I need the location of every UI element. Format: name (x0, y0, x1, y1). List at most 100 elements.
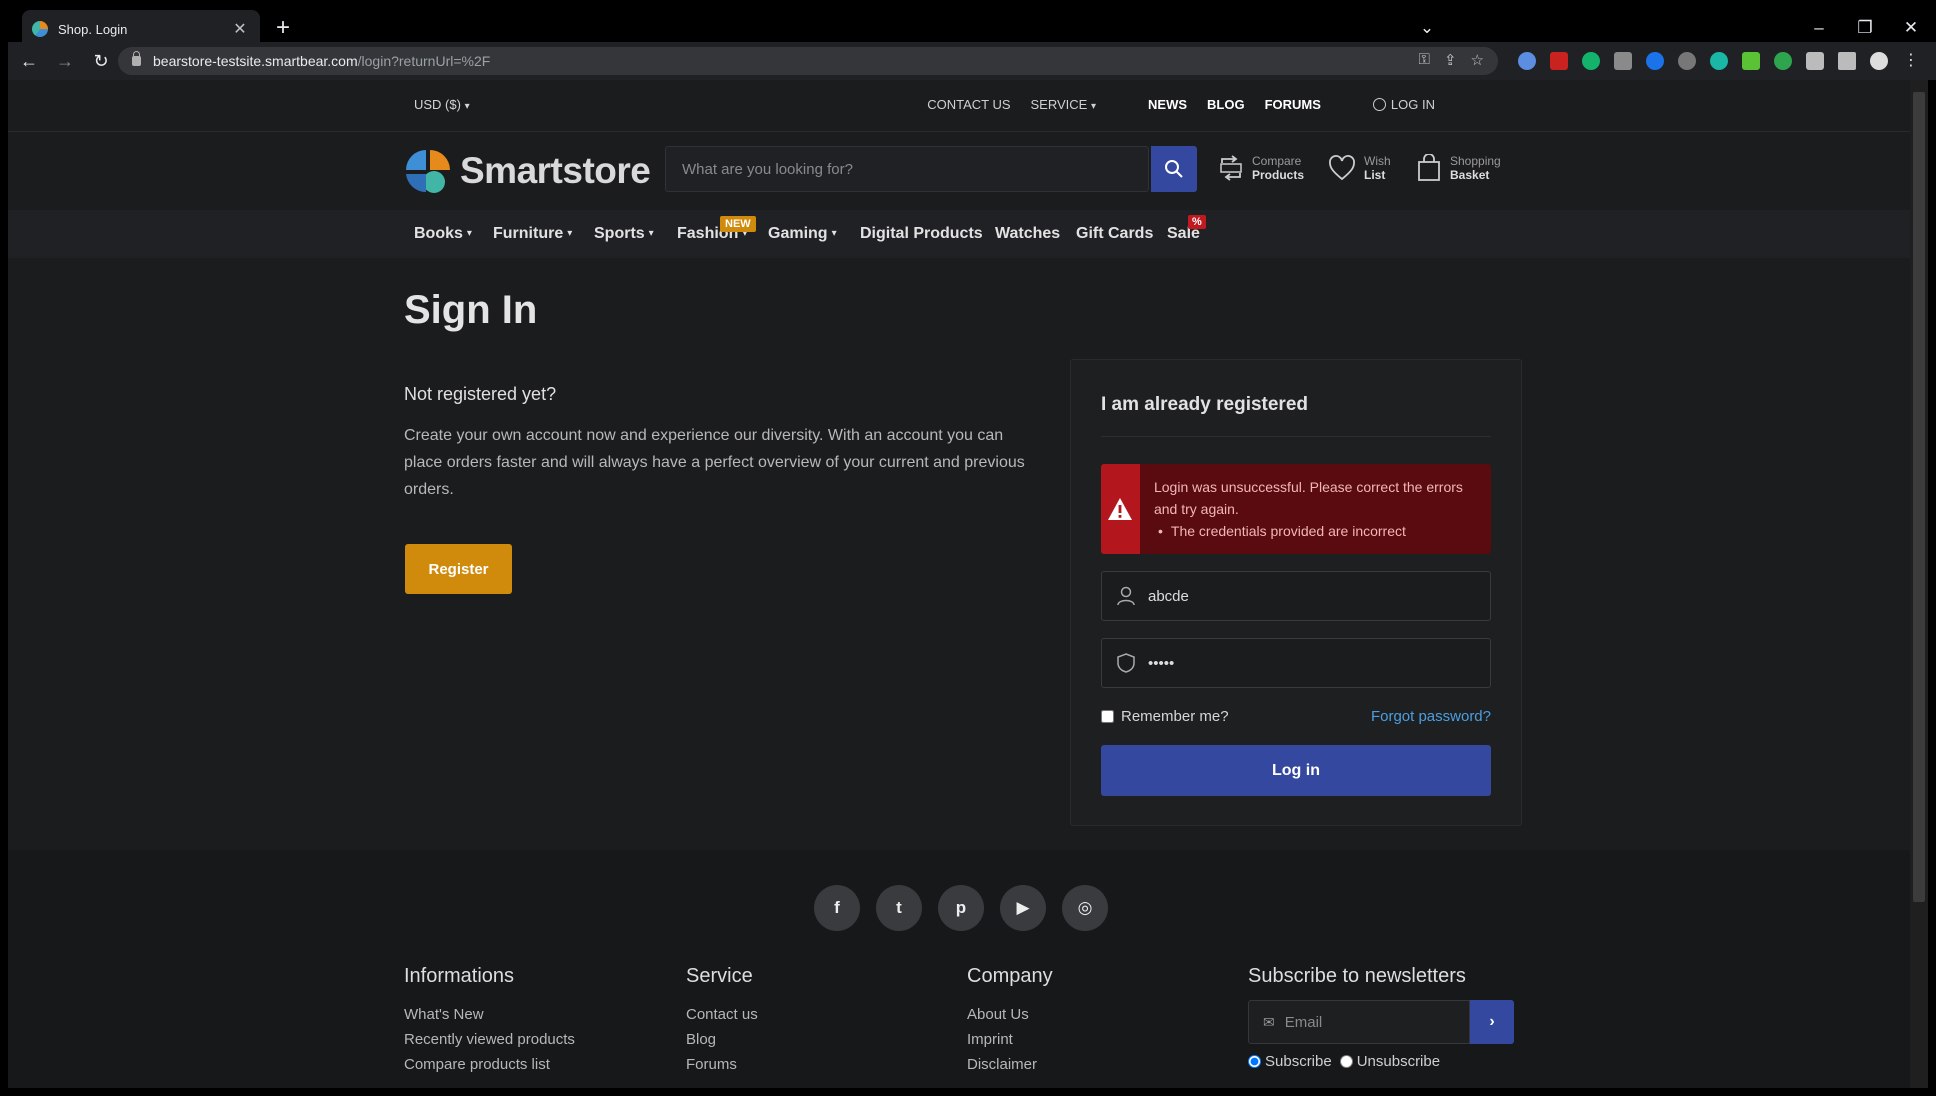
category-sports[interactable]: Sports ▾ (594, 225, 654, 243)
key-icon[interactable]: ⚿ (1419, 51, 1430, 69)
search-input[interactable] (666, 147, 1148, 191)
footer-col-company: Company About Us Imprint Disclaimer (967, 965, 1053, 1081)
news-link[interactable]: NEWS (1148, 97, 1187, 112)
user-circle-icon (1372, 98, 1386, 111)
site-header: Smartstore CompareProducts WishList Shop… (8, 132, 1910, 210)
login-label: LOG IN (1390, 97, 1435, 112)
forgot-password-link[interactable]: Forgot password? (1371, 708, 1491, 725)
extension-icon[interactable] (1742, 52, 1760, 70)
blog-link[interactable]: BLOG (1207, 97, 1245, 112)
grammarly-icon[interactable] (1582, 52, 1600, 70)
error-detail: The credentials provided are incorrect (1158, 520, 1477, 542)
window-border (0, 80, 8, 1096)
scrollbar[interactable] (1910, 80, 1928, 1088)
category-watches[interactable]: Watches (995, 225, 1060, 243)
more-menu-icon[interactable]: ⋮ (1902, 52, 1920, 70)
close-window-icon[interactable]: ✕ (1888, 14, 1934, 42)
extension-icon[interactable] (1678, 52, 1696, 70)
category-gift-cards[interactable]: Gift Cards (1076, 225, 1153, 243)
chevron-right-icon: › (1489, 1013, 1495, 1030)
forums-link[interactable]: FORUMS (1265, 97, 1321, 112)
category-digital-products[interactable]: Digital Products (860, 225, 983, 243)
service-menu[interactable]: SERVICE ▾ (1031, 97, 1097, 112)
shopping-basket-button[interactable]: Shopping Basket (1416, 154, 1501, 182)
footer-link[interactable]: Blog (686, 1031, 758, 1048)
pdf-extension-icon[interactable] (1550, 52, 1568, 70)
subscribe-option[interactable]: Subscribe (1248, 1053, 1332, 1070)
footer-link[interactable]: Compare products list (404, 1056, 575, 1073)
avatar[interactable] (1870, 52, 1888, 70)
remember-me[interactable]: Remember me? (1101, 708, 1229, 725)
compare-products-button[interactable]: Compare Products (1218, 154, 1304, 182)
star-icon[interactable]: ☆ (1471, 51, 1484, 69)
pinterest-icon[interactable]: p (938, 885, 984, 931)
scrollbar-thumb[interactable] (1913, 92, 1925, 902)
twitter-icon[interactable]: t (876, 885, 922, 931)
reload-icon[interactable]: ↻ (86, 51, 116, 72)
subscribe-radio[interactable] (1248, 1055, 1261, 1068)
back-icon[interactable]: ← (14, 51, 44, 72)
side-panel-icon[interactable] (1838, 52, 1856, 70)
remember-me-checkbox[interactable] (1101, 710, 1114, 723)
unsubscribe-radio[interactable] (1339, 1055, 1353, 1068)
footer-link[interactable]: About Us (967, 1006, 1053, 1023)
chevron-down-icon: ▾ (567, 228, 573, 239)
forward-icon[interactable]: → (50, 51, 80, 72)
unsubscribe-option[interactable]: Unsubscribe (1339, 1053, 1440, 1070)
chevron-down-icon[interactable]: ⌄ (1404, 14, 1450, 42)
footer-link[interactable]: Recently viewed products (404, 1031, 575, 1048)
shield-icon (1117, 653, 1135, 673)
extension-icon[interactable] (1774, 52, 1792, 70)
logo[interactable]: Smartstore (404, 148, 651, 194)
minimize-icon[interactable]: – (1796, 14, 1842, 42)
footer-link[interactable]: What's New (404, 1006, 575, 1023)
newsletter-submit-button[interactable]: › (1470, 1000, 1514, 1044)
tab-search-button[interactable]: ⌄ (1404, 14, 1450, 42)
window-controls: – ❐ ✕ (1796, 14, 1934, 42)
footer-link[interactable]: Disclaimer (967, 1056, 1053, 1073)
extension-icon[interactable] (1710, 52, 1728, 70)
username-input[interactable] (1148, 587, 1468, 605)
new-tab-button[interactable]: + (268, 14, 298, 42)
category-books[interactable]: Books ▾ (414, 225, 472, 243)
new-badge: NEW (720, 216, 756, 232)
youtube-icon[interactable]: ▶ (1000, 885, 1046, 931)
close-tab-icon[interactable]: ✕ (230, 19, 250, 39)
share-icon[interactable]: ⇪ (1444, 51, 1457, 69)
restore-icon[interactable]: ❐ (1842, 14, 1888, 42)
extension-icon[interactable] (1646, 52, 1664, 70)
extension-icon[interactable] (1614, 52, 1632, 70)
lock-icon[interactable] (132, 51, 141, 66)
footer-link[interactable]: Contact us (686, 1006, 758, 1023)
sale-badge: % (1188, 215, 1206, 229)
search-box (665, 146, 1149, 192)
top-bar: USD ($) ▾ CONTACT US SERVICE ▾ NEWS BLOG… (8, 80, 1910, 132)
password-field (1101, 638, 1491, 688)
compare-label-2: Products (1252, 168, 1305, 182)
extension-icon[interactable] (1518, 52, 1536, 70)
footer-link[interactable]: Forums (686, 1056, 758, 1073)
category-gaming[interactable]: Gaming ▾ (768, 225, 837, 243)
wish-list-button[interactable]: Wish List (1328, 154, 1391, 182)
footer-col-service: Service Contact us Blog Forums (686, 965, 758, 1081)
facebook-icon[interactable]: f (814, 885, 860, 931)
remember-me-label: Remember me? (1121, 708, 1229, 725)
footer-link[interactable]: Imprint (967, 1031, 1053, 1048)
login-button[interactable]: Log in (1101, 745, 1491, 796)
contact-us-link[interactable]: CONTACT US (927, 97, 1010, 112)
window-bottom-border (8, 1088, 1936, 1096)
newsletter-email-input[interactable] (1284, 1013, 1445, 1031)
currency-selector[interactable]: USD ($) ▾ (414, 97, 470, 112)
page-content: USD ($) ▾ CONTACT US SERVICE ▾ NEWS BLOG… (8, 80, 1910, 1088)
login-link[interactable]: LOG IN (1372, 97, 1435, 112)
address-bar[interactable]: bearstore-testsite.smartbear.com /login?… (118, 47, 1498, 75)
register-button[interactable]: Register (405, 544, 512, 594)
password-input[interactable] (1148, 654, 1468, 672)
search-button[interactable] (1151, 146, 1197, 192)
instagram-icon[interactable]: ◎ (1062, 885, 1108, 931)
puzzle-icon[interactable] (1806, 52, 1824, 70)
category-furniture[interactable]: Furniture ▾ (493, 225, 572, 243)
browser-toolbar: ← → ↻ bearstore-testsite.smartbear.com /… (8, 42, 1936, 80)
category-label: Books (414, 225, 463, 242)
